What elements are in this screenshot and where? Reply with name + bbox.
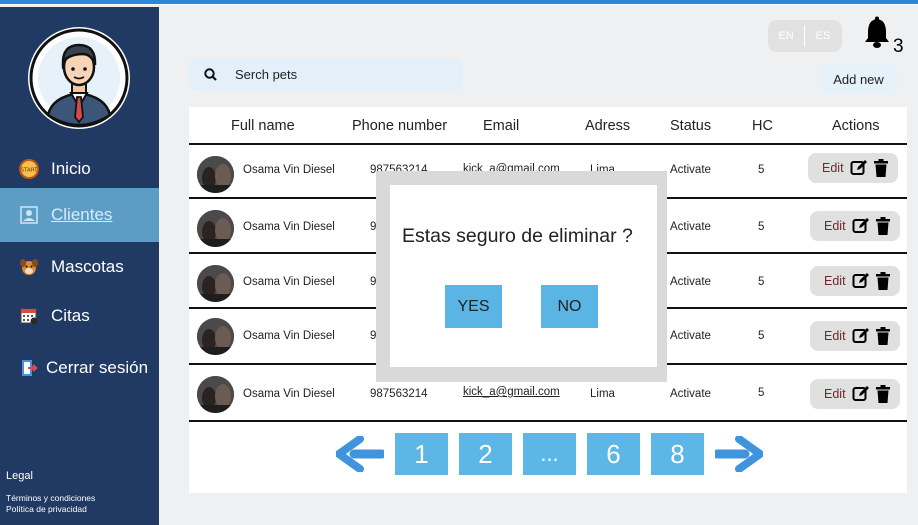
column-header-hc: HC — [752, 118, 773, 134]
privacy-link[interactable]: Política de privacidad — [6, 504, 95, 515]
cell-status: Activate — [670, 388, 711, 400]
page-button-1[interactable]: 1 — [395, 433, 448, 475]
sidebar-item-label: Cerrar sesión — [46, 358, 149, 377]
dog-icon — [18, 256, 40, 278]
cell-status: Activate — [670, 330, 711, 342]
sidebar-item-label: Clientes — [51, 205, 113, 224]
sidebar-item-citas[interactable]: Citas — [0, 290, 159, 342]
users-icon — [18, 204, 40, 226]
page-button-ellipsis[interactable]: ... — [523, 433, 576, 475]
page-button-8[interactable]: 8 — [651, 433, 704, 475]
cell-status: Activate — [670, 221, 711, 233]
cell-full-name: Osama Vin Diesel — [243, 164, 335, 176]
sidebar-item-label: Mascotas — [51, 257, 124, 276]
prev-page-arrow-icon[interactable] — [336, 436, 384, 472]
start-icon: START — [18, 158, 40, 180]
pet-photo — [197, 156, 234, 193]
cell-phone: 987563214 — [370, 388, 428, 400]
logout-icon — [18, 357, 40, 379]
trash-icon[interactable] — [873, 159, 888, 177]
notification-count: 3 — [893, 36, 904, 57]
search-bar — [189, 59, 463, 90]
cell-full-name: Osama Vin Diesel — [243, 388, 335, 400]
sidebar-item-label: Citas — [51, 306, 90, 325]
cell-status: Activate — [670, 164, 711, 176]
cell-full-name: Osama Vin Diesel — [243, 330, 335, 342]
column-header-full-name: Full name — [231, 118, 295, 134]
svg-text:START: START — [21, 168, 39, 174]
sidebar-item-clientes[interactable]: Clientes — [0, 188, 159, 242]
edit-icon[interactable] — [852, 385, 870, 403]
edit-label: Edit — [824, 329, 846, 343]
edit-button[interactable]: Edit — [810, 211, 900, 241]
trash-icon[interactable] — [875, 217, 890, 235]
terms-link[interactable]: Términos y condiciones — [6, 493, 95, 504]
edit-button[interactable]: Edit — [808, 153, 898, 183]
edit-label: Edit — [822, 161, 844, 175]
column-header-status: Status — [670, 118, 712, 134]
edit-label: Edit — [824, 387, 846, 401]
trash-icon[interactable] — [875, 327, 890, 345]
trash-icon[interactable] — [875, 385, 890, 403]
edit-icon[interactable] — [852, 272, 870, 290]
user-avatar-icon — [29, 28, 129, 128]
confirm-dialog — [390, 185, 657, 367]
edit-button[interactable]: Edit — [810, 379, 900, 409]
top-accent-line — [0, 0, 918, 4]
cell-hc: 5 — [758, 330, 765, 342]
edit-label: Edit — [824, 219, 846, 233]
sidebar-item-label: Inicio — [51, 159, 91, 178]
sidebar-item-cerrar-sesion[interactable]: Cerrar sesión — [0, 342, 159, 394]
lang-es-button[interactable]: ES — [805, 30, 841, 42]
column-header-address: Adress — [585, 118, 631, 134]
cell-status: Activate — [670, 276, 711, 288]
row-divider — [189, 420, 907, 422]
edit-icon[interactable] — [850, 159, 868, 177]
cell-hc: 5 — [758, 276, 765, 288]
sidebar-item-mascotas[interactable]: Mascotas — [0, 241, 159, 293]
cell-hc: 5 — [758, 164, 765, 176]
lang-en-button[interactable]: EN — [768, 30, 804, 42]
pet-photo — [197, 318, 234, 355]
column-header-phone: Phone number — [352, 118, 448, 134]
cell-address: Lima — [590, 388, 615, 400]
confirm-message: Estas seguro de eliminar ? — [402, 225, 633, 247]
page-button-6[interactable]: 6 — [587, 433, 640, 475]
cell-full-name: Osama Vin Diesel — [243, 276, 335, 288]
calendar-icon — [18, 305, 40, 327]
trash-icon[interactable] — [875, 272, 890, 290]
next-page-arrow-icon[interactable] — [715, 436, 763, 472]
search-icon — [204, 67, 217, 81]
edit-icon[interactable] — [852, 217, 870, 235]
column-header-actions: Actions — [832, 118, 880, 134]
pet-photo — [197, 376, 234, 413]
page-button-2[interactable]: 2 — [459, 433, 512, 475]
edit-button[interactable]: Edit — [810, 266, 900, 296]
search-input[interactable] — [233, 66, 437, 83]
edit-button[interactable]: Edit — [810, 321, 900, 351]
cell-hc: 5 — [758, 221, 765, 233]
edit-icon[interactable] — [852, 327, 870, 345]
language-switcher: EN ES — [768, 20, 842, 52]
pet-photo — [197, 210, 234, 247]
cell-email[interactable]: kick_a@gmail.com — [463, 386, 560, 398]
row-divider — [189, 143, 907, 145]
confirm-yes-button[interactable]: YES — [445, 285, 502, 328]
pet-photo — [197, 265, 234, 302]
add-new-button[interactable]: Add new — [820, 64, 897, 94]
cell-hc: 5 — [758, 387, 765, 399]
bell-icon[interactable] — [862, 16, 892, 50]
legal-links: Términos y condiciones Política de priva… — [6, 493, 95, 515]
legal-heading: Legal — [6, 470, 33, 482]
edit-label: Edit — [824, 274, 846, 288]
sidebar: START Inicio Clientes Mascotas Citas Cer… — [0, 7, 159, 525]
avatar[interactable] — [28, 27, 130, 129]
cell-full-name: Osama Vin Diesel — [243, 221, 335, 233]
confirm-no-button[interactable]: NO — [541, 285, 598, 328]
column-header-email: Email — [483, 118, 520, 134]
